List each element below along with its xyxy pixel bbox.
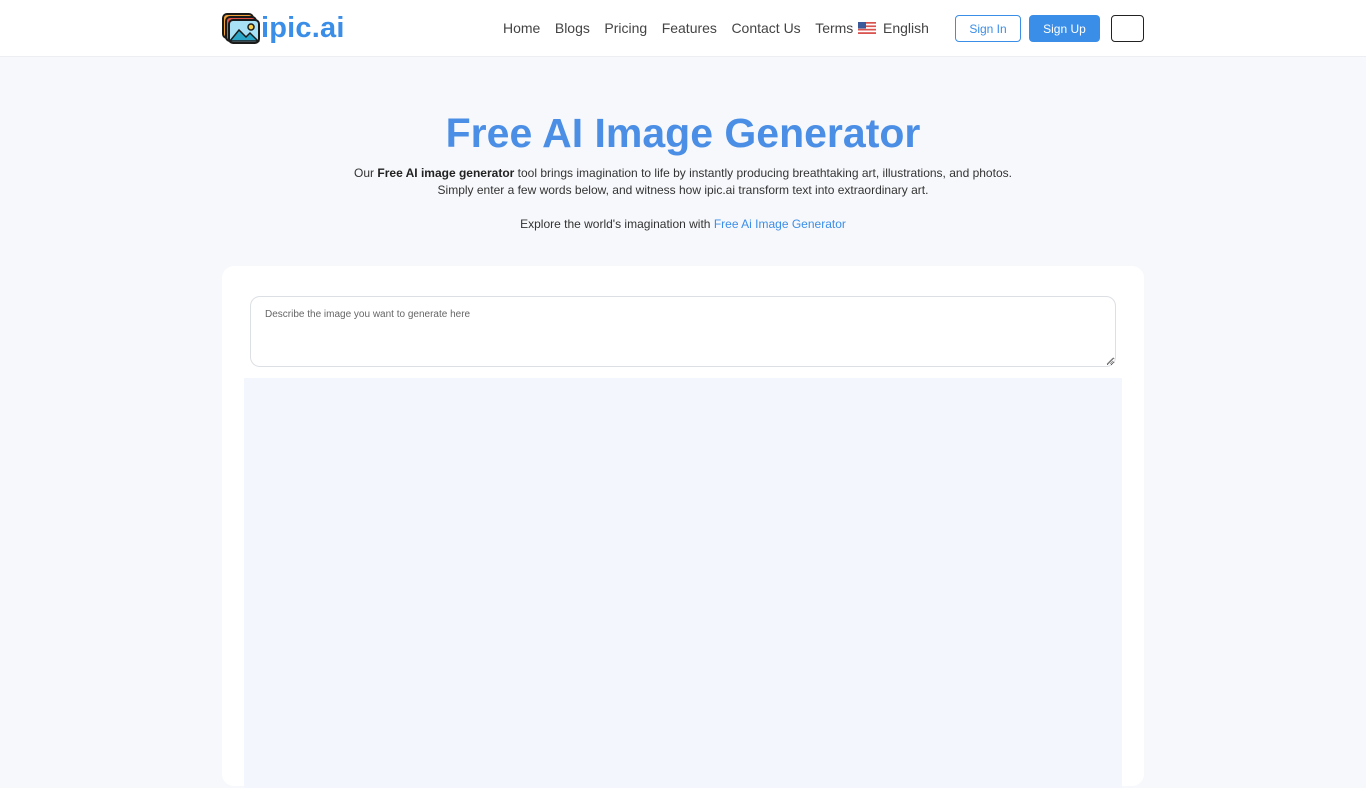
- top-navbar: ipic.ai Home Blogs Pricing Features Cont…: [0, 0, 1366, 57]
- logo-image-icon: [222, 13, 260, 44]
- logo-text: ipic.ai: [261, 11, 345, 44]
- image-preview-area: [244, 378, 1122, 788]
- nav-contact-us[interactable]: Contact Us: [731, 20, 800, 36]
- generator-card: [222, 266, 1144, 788]
- hero-desc-line2: Simply enter a few words below, and witn…: [437, 183, 929, 197]
- resize-handle-icon[interactable]: [1106, 357, 1114, 365]
- sign-up-button[interactable]: Sign Up: [1029, 15, 1100, 42]
- menu-toggle-button[interactable]: [1111, 15, 1144, 42]
- language-selector[interactable]: English: [858, 18, 929, 38]
- explore-prefix: Explore the world's imagination with: [520, 217, 714, 231]
- language-label: English: [883, 20, 929, 36]
- main-nav: Home Blogs Pricing Features Contact Us T…: [503, 0, 868, 56]
- hero-description: Our Free AI image generator tool brings …: [0, 165, 1366, 199]
- page-title: Free AI Image Generator: [445, 110, 921, 156]
- hero-desc-bold: Free AI image generator: [377, 166, 515, 180]
- nav-blogs[interactable]: Blogs: [555, 20, 590, 36]
- nav-home[interactable]: Home: [503, 20, 540, 36]
- hero-desc-prefix: Our: [354, 166, 378, 180]
- hero-desc-rest: tool brings imagination to life by insta…: [514, 166, 1012, 180]
- nav-pricing[interactable]: Pricing: [604, 20, 647, 36]
- prompt-input[interactable]: [250, 296, 1116, 367]
- explore-line: Explore the world's imagination with Fre…: [0, 216, 1366, 233]
- nav-features[interactable]: Features: [662, 20, 717, 36]
- explore-link[interactable]: Free Ai Image Generator: [714, 217, 846, 231]
- sign-in-button[interactable]: Sign In: [955, 15, 1021, 42]
- nav-terms[interactable]: Terms: [815, 20, 853, 36]
- us-flag-icon: [858, 22, 876, 34]
- logo-link[interactable]: ipic.ai: [222, 11, 345, 45]
